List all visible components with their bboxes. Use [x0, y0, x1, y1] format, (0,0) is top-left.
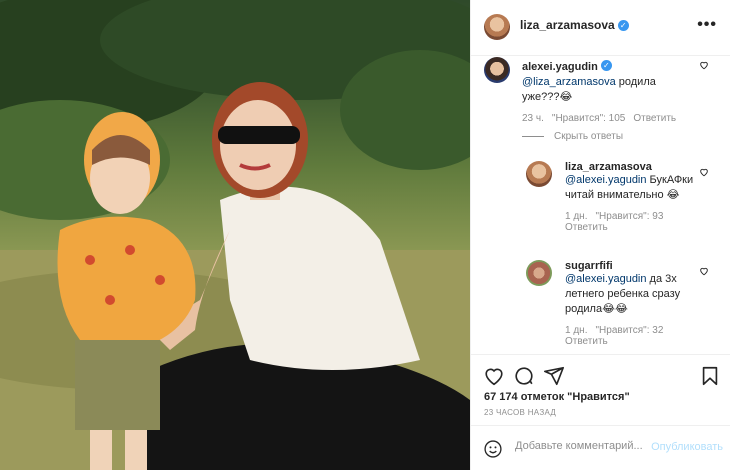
comment-time[interactable]: 1 дн. — [565, 325, 587, 336]
comment-time[interactable]: 23 ч. — [522, 113, 544, 124]
comments-list[interactable]: alexei.yagudin ✓ @liza_arzamasova родила … — [471, 57, 730, 354]
post-time[interactable]: 23 ЧАСОВ НАЗАД — [484, 408, 556, 417]
publish-button[interactable]: Опубликовать — [651, 441, 723, 453]
comment-input[interactable] — [515, 440, 645, 452]
post-photo[interactable] — [0, 0, 470, 470]
commenter-avatar[interactable] — [526, 161, 552, 187]
reply-button[interactable]: Ответить — [565, 336, 608, 347]
comment-meta: 1 дн. "Нравится": 32 Ответить — [565, 325, 695, 347]
post-actions: 67 174 отметок "Нравится" 23 ЧАСОВ НАЗАД… — [471, 354, 730, 470]
divider-line — [522, 135, 544, 137]
comment-mention[interactable]: @alexei.yagudin — [565, 174, 647, 186]
comment-meta: 23 ч. "Нравится": 105 Ответить — [522, 113, 692, 124]
comment-mention[interactable]: @liza_arzamasova — [522, 76, 616, 88]
comment-likes[interactable]: "Нравится": 105 — [552, 113, 625, 124]
comment-username[interactable]: alexei.yagudin — [522, 61, 598, 73]
comment-username[interactable]: sugarrfifi — [565, 260, 695, 272]
commenter-avatar[interactable] — [526, 260, 552, 286]
verified-badge-icon: ✓ — [617, 20, 629, 32]
reply-button[interactable]: Ответить — [565, 222, 608, 233]
add-comment-bar: Опубликовать — [471, 425, 730, 470]
hide-replies-label: Скрыть ответы — [554, 131, 624, 142]
comment-like-heart-icon[interactable] — [699, 266, 709, 276]
heart-icon[interactable] — [483, 365, 505, 387]
author-username[interactable]: liza_arzamasova — [520, 18, 615, 32]
hide-replies-button[interactable]: Скрыть ответы — [522, 131, 623, 142]
comment-likes[interactable]: "Нравится": 32 — [595, 325, 663, 336]
comment-icon[interactable] — [513, 365, 535, 387]
bookmark-icon[interactable] — [699, 365, 721, 387]
comment-time[interactable]: 1 дн. — [565, 211, 587, 222]
reply-button[interactable]: Ответить — [633, 113, 676, 124]
photo-illustration — [0, 0, 470, 470]
share-icon[interactable] — [543, 365, 565, 387]
more-options-icon[interactable]: ••• — [697, 16, 717, 34]
smiley-icon[interactable] — [483, 439, 503, 459]
comment-likes[interactable]: "Нравится": 93 — [595, 211, 663, 222]
comment-like-heart-icon[interactable] — [699, 60, 709, 70]
post-header: liza_arzamasova ✓ ••• — [471, 0, 730, 56]
commenter-avatar[interactable] — [484, 57, 510, 83]
likes-count[interactable]: 67 174 отметок "Нравится" — [484, 391, 630, 403]
comment-like-heart-icon[interactable] — [699, 167, 709, 177]
comment-meta: 1 дн. "Нравится": 93 Ответить — [565, 211, 695, 233]
verified-badge-icon: ✓ — [600, 60, 612, 72]
post-sidebar: liza_arzamasova ✓ ••• alexei.yagudin ✓ @li… — [470, 0, 730, 470]
author-avatar[interactable] — [484, 14, 510, 40]
comment-username[interactable]: liza_arzamasova — [565, 161, 695, 173]
comment-mention[interactable]: @alexei.yagudin — [565, 273, 647, 285]
